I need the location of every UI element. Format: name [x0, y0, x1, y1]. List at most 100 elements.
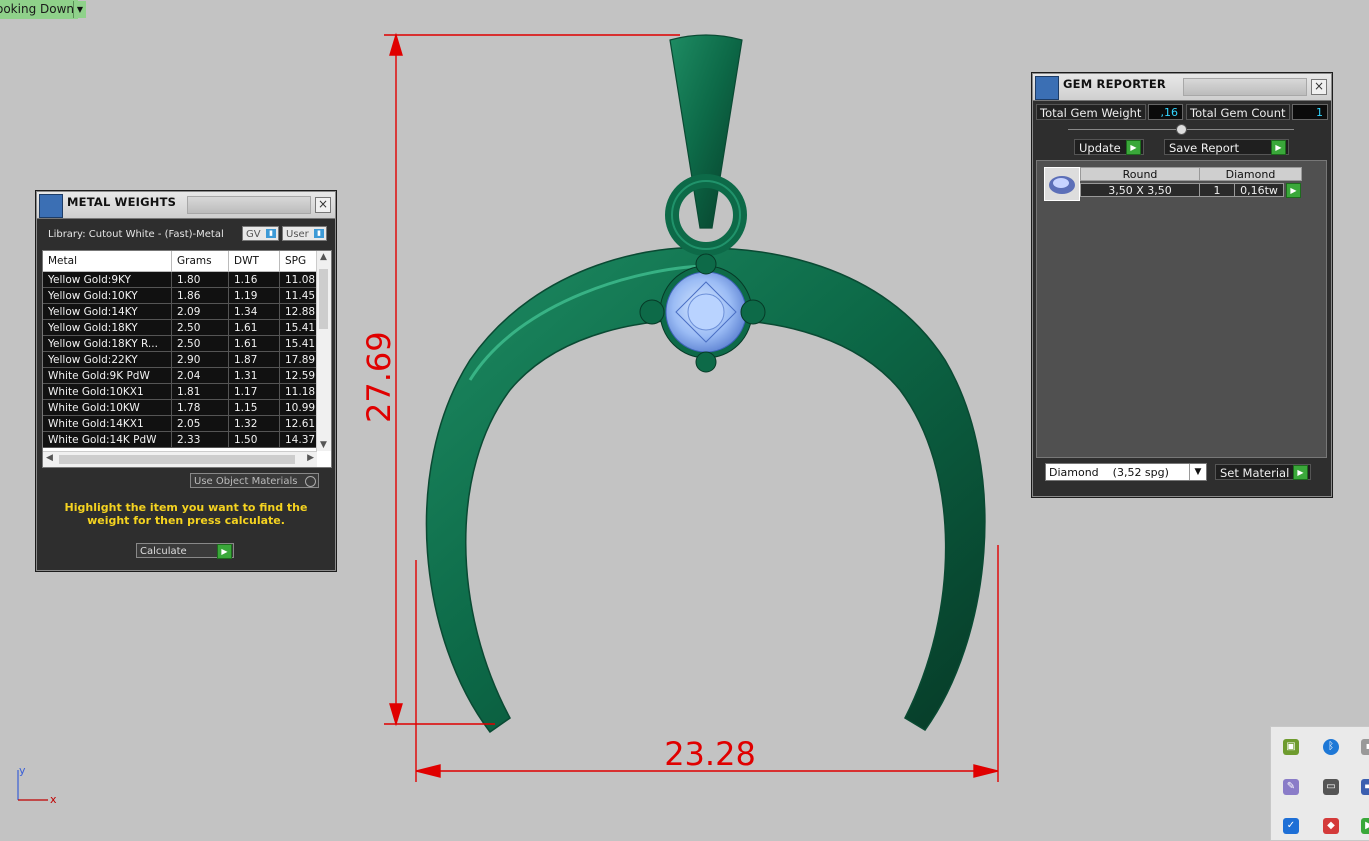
gv-toggle[interactable]: GV ▮ — [242, 226, 279, 241]
metal-weights-panel: METAL WEIGHTS × Library: Cutout White - … — [36, 191, 336, 571]
table-cell: Yellow Gold:10KY — [43, 287, 172, 304]
total-gem-weight-value: ,16 — [1148, 104, 1183, 120]
toggle-icon: ▮ — [266, 229, 276, 238]
update-button[interactable]: Update ▶ — [1074, 139, 1144, 155]
table-cell: 1.17 — [228, 383, 280, 400]
table-row[interactable]: White Gold:14KX1 2.05 1.32 12.61 — [43, 415, 331, 432]
table-cell: 2.33 — [171, 431, 229, 448]
viewport-label[interactable]: ooking Down — [0, 0, 79, 19]
vertical-scrollbar[interactable]: ▲ ▼ — [316, 251, 331, 451]
table-cell: Yellow Gold:14KY — [43, 303, 172, 320]
close-icon[interactable]: × — [1311, 79, 1327, 95]
table-cell: 2.04 — [171, 367, 229, 384]
table-cell: 2.50 — [171, 319, 229, 336]
metal-weights-icon — [39, 194, 63, 218]
metal-table: Metal Grams DWT SPG Yellow Gold:9KY 1.80 1… — [42, 250, 332, 468]
gem-detail-button[interactable]: ▶ — [1286, 183, 1301, 198]
prong — [695, 253, 717, 275]
shield-icon[interactable]: ✓ — [1283, 818, 1299, 834]
width-label: 23.28 — [664, 735, 756, 773]
display-icon[interactable]: ▬ — [1361, 779, 1369, 795]
toggle-icon: ▮ — [314, 229, 324, 238]
table-cell: 1.16 — [228, 271, 280, 288]
panel-title: GEM REPORTER — [1063, 77, 1166, 91]
table-cell: 1.15 — [228, 399, 280, 416]
axis-y-label: y — [19, 764, 26, 777]
gem-shape-header: Round — [1080, 167, 1200, 181]
app-icon[interactable]: ◆ — [1323, 818, 1339, 834]
table-cell: White Gold:10KX1 — [43, 383, 172, 400]
height-dimension — [384, 32, 680, 727]
table-row[interactable]: White Gold:10KX1 1.81 1.17 11.18 — [43, 383, 331, 400]
table-cell: 1.34 — [228, 303, 280, 320]
use-object-materials-checkbox[interactable]: Use Object Materials — [190, 473, 319, 488]
gem-reporter-titlebar[interactable]: GEM REPORTER × — [1033, 74, 1331, 101]
table-cell: 1.78 — [171, 399, 229, 416]
table-cell: 2.50 — [171, 335, 229, 352]
table-cell: 1.86 — [171, 287, 229, 304]
nvidia-icon[interactable]: ▣ — [1283, 739, 1299, 755]
scroll-left-icon: ◀ — [46, 453, 53, 463]
calculate-button[interactable]: Calculate ▶ — [136, 543, 234, 559]
horizontal-scrollbar[interactable]: ◀ ▶ — [43, 451, 317, 467]
gem-reporter-icon — [1035, 76, 1059, 100]
slider-thumb[interactable] — [1176, 124, 1187, 135]
panel-title: METAL WEIGHTS — [67, 195, 177, 209]
table-row[interactable]: Yellow Gold:18KY R... 2.50 1.61 15.41 — [43, 335, 331, 352]
pen-icon[interactable]: ✎ — [1283, 779, 1299, 795]
table-cell: Yellow Gold:9KY — [43, 271, 172, 288]
play-icon: ▶ — [1126, 140, 1141, 155]
user-toggle[interactable]: User ▮ — [282, 226, 327, 241]
col-header[interactable]: Grams — [171, 251, 229, 272]
device-icon[interactable]: ▪ — [1361, 739, 1369, 755]
table-row[interactable]: Yellow Gold:10KY 1.86 1.19 11.45 — [43, 287, 331, 304]
app-icon[interactable]: ▶ — [1361, 818, 1369, 834]
table-cell: 1.50 — [228, 431, 280, 448]
table-cell: 1.81 — [171, 383, 229, 400]
viewport-dropdown-icon[interactable]: ▼ — [73, 1, 86, 18]
col-header[interactable]: DWT — [228, 251, 280, 272]
table-cell: White Gold:10KW — [43, 399, 172, 416]
table-cell: 1.61 — [228, 335, 280, 352]
table-row[interactable]: Yellow Gold:9KY 1.80 1.16 11.08 — [43, 271, 331, 288]
battery-icon[interactable]: ▭ — [1323, 779, 1339, 795]
col-header[interactable]: Metal — [43, 251, 172, 272]
gem-tw: 0,16tw — [1234, 183, 1284, 197]
set-material-button[interactable]: Set Material ▶ — [1215, 464, 1311, 480]
table-row[interactable]: White Gold:9K PdW 2.04 1.31 12.59 — [43, 367, 331, 384]
table-row[interactable]: White Gold:14K PdW 2.33 1.50 14.37 — [43, 431, 331, 448]
table-cell: 1.19 — [228, 287, 280, 304]
bluetooth-icon[interactable]: ᛒ — [1323, 739, 1339, 755]
table-cell: White Gold:9K PdW — [43, 367, 172, 384]
close-icon[interactable]: × — [315, 197, 331, 213]
chevron-down-icon: ▼ — [1189, 464, 1206, 480]
scroll-right-icon: ▶ — [307, 453, 314, 463]
save-report-button[interactable]: Save Report ▶ — [1164, 139, 1289, 155]
table-row[interactable]: White Gold:10KW 1.78 1.15 10.99 — [43, 399, 331, 416]
system-tray: ▣ ᛒ ▪ ✎ ▭ ▬ ✓ ◆ ▶ — [1270, 726, 1369, 841]
gem-thumbnail — [1044, 167, 1080, 201]
scroll-up-icon: ▲ — [320, 252, 327, 262]
table-cell: 2.05 — [171, 415, 229, 432]
table-cell: 2.90 — [171, 351, 229, 368]
gem-qty: 1 — [1199, 183, 1235, 197]
axis-x-label: x — [50, 793, 57, 806]
table-cell: 1.31 — [228, 367, 280, 384]
play-icon: ▶ — [1293, 465, 1308, 480]
table-row[interactable]: Yellow Gold:18KY 2.50 1.61 15.41 — [43, 319, 331, 336]
table-cell: White Gold:14KX1 — [43, 415, 172, 432]
table-row[interactable]: Yellow Gold:22KY 2.90 1.87 17.89 — [43, 351, 331, 368]
material-select[interactable]: Diamond (3,52 spg) ▼ — [1045, 463, 1207, 481]
gem-reporter-panel: GEM REPORTER × Total Gem Weight ,16 Tota… — [1032, 73, 1332, 497]
gem-size: 3,50 X 3,50 — [1080, 183, 1200, 197]
table-cell: Yellow Gold:18KY R... — [43, 335, 172, 352]
height-label: 27.69 — [360, 331, 398, 423]
table-row[interactable]: Yellow Gold:14KY 2.09 1.34 12.88 — [43, 303, 331, 320]
total-gem-count-value: 1 — [1292, 104, 1328, 120]
hint-text: Highlight the item you want to find the … — [64, 501, 308, 527]
play-icon: ▶ — [217, 544, 232, 559]
prong — [740, 299, 766, 325]
table-cell: 1.80 — [171, 271, 229, 288]
library-label: Library: Cutout White - (Fast)-Metal — [48, 229, 224, 240]
metal-weights-titlebar[interactable]: METAL WEIGHTS × — [37, 192, 335, 219]
